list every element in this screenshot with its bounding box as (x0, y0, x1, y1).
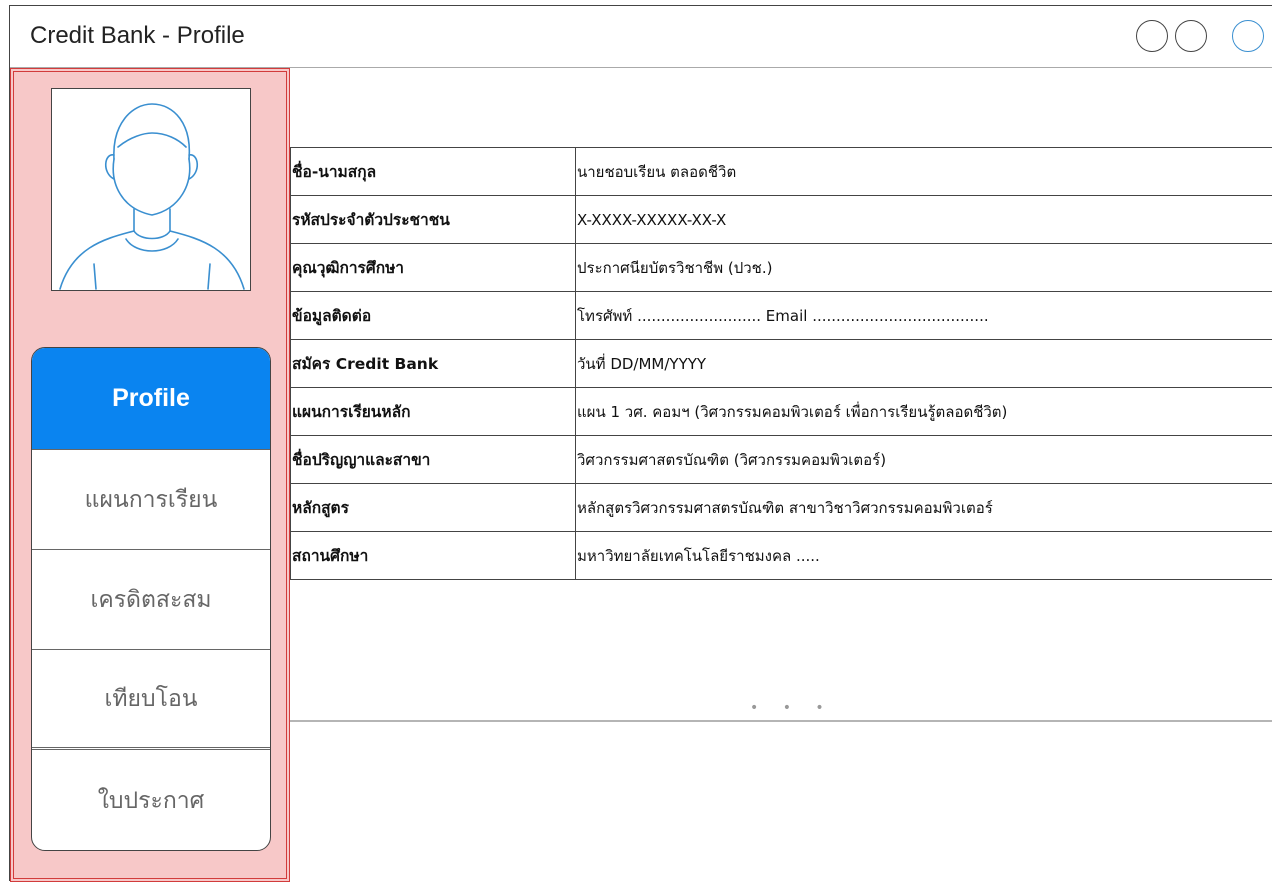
row-value: แผน 1 วศ. คอมฯ (วิศวกรรมคอมพิวเตอร์ เพื่… (576, 388, 1272, 436)
row-value: โทรศัพท์ .......................... Emai… (576, 292, 1272, 340)
row-value: มหาวิทยาลัยเทคโนโลยีราชมงคล ..... (576, 532, 1272, 580)
table-row: คุณวุฒิการศึกษา ประกาศนียบัตรวิชาชีพ (ปว… (291, 244, 1272, 292)
profile-table-container: ชื่อ-นามสกุล นายชอบเรียน ตลอดชีวิต รหัสป… (290, 147, 1272, 580)
sidebar: Profile แผนการเรียน เครดิตสะสม เทียบโอน … (10, 68, 290, 882)
window-control-circle-2[interactable] (1175, 20, 1207, 52)
row-value: หลักสูตรวิศวกรรมศาสตรบัณฑิต สาขาวิชาวิศว… (576, 484, 1272, 532)
row-value: นายชอบเรียน ตลอดชีวิต (576, 148, 1272, 196)
row-value: ประกาศนียบัตรวิชาชีพ (ปวช.) (576, 244, 1272, 292)
nav-item-accumulated-credit[interactable]: เครดิตสะสม (32, 549, 270, 649)
profile-table: ชื่อ-นามสกุล นายชอบเรียน ตลอดชีวิต รหัสป… (290, 147, 1272, 580)
nav-item-credit-transfer[interactable]: เทียบโอน (32, 649, 270, 747)
row-label: สมัคร Credit Bank (291, 340, 576, 388)
window-title: Credit Bank - Profile (30, 22, 245, 50)
title-bar: Credit Bank - Profile (10, 6, 1272, 68)
table-row: ชื่อปริญญาและสาขา วิศวกรรมศาสตรบัณฑิต (ว… (291, 436, 1272, 484)
row-label: ข้อมูลติดต่อ (291, 292, 576, 340)
avatar (51, 88, 251, 291)
row-value: วิศวกรรมศาสตรบัณฑิต (วิศวกรรมคอมพิวเตอร์… (576, 436, 1272, 484)
more-dots-icon: • • • (750, 700, 834, 716)
nav-item-certificate[interactable]: ใบประกาศ (32, 747, 270, 851)
row-label: ชื่อปริญญาและสาขา (291, 436, 576, 484)
table-more-indicator[interactable]: • • • (290, 700, 1272, 722)
nav-item-profile[interactable]: Profile (32, 348, 270, 449)
table-row: รหัสประจำตัวประชาชน X-XXXX-XXXXX-XX-X (291, 196, 1272, 244)
nav-item-label: แผนการเรียน (85, 482, 218, 518)
row-label: แผนการเรียนหลัก (291, 388, 576, 436)
row-label: หลักสูตร (291, 484, 576, 532)
table-row: แผนการเรียนหลัก แผน 1 วศ. คอมฯ (วิศวกรรม… (291, 388, 1272, 436)
table-row: ชื่อ-นามสกุล นายชอบเรียน ตลอดชีวิต (291, 148, 1272, 196)
row-label: สถานศึกษา (291, 532, 576, 580)
table-row: ข้อมูลติดต่อ โทรศัพท์ ..................… (291, 292, 1272, 340)
table-row: หลักสูตร หลักสูตรวิศวกรรมศาสตรบัณฑิต สาข… (291, 484, 1272, 532)
nav-item-study-plan[interactable]: แผนการเรียน (32, 449, 270, 549)
nav-item-label: เทียบโอน (105, 681, 198, 717)
row-label: ชื่อ-นามสกุล (291, 148, 576, 196)
row-value: วันที่ DD/MM/YYYY (576, 340, 1272, 388)
table-row: สมัคร Credit Bank วันที่ DD/MM/YYYY (291, 340, 1272, 388)
nav-item-label: ใบประกาศ (98, 783, 205, 819)
row-value: X-XXXX-XXXXX-XX-X (576, 196, 1272, 244)
row-label: รหัสประจำตัวประชาชน (291, 196, 576, 244)
app-window: Credit Bank - Profile (9, 5, 1272, 881)
nav-item-label: เครดิตสะสม (90, 582, 211, 618)
window-control-circle-3[interactable] (1232, 20, 1264, 52)
table-row: สถานศึกษา มหาวิทยาลัยเทคโนโลยีราชมงคล ..… (291, 532, 1272, 580)
row-label: คุณวุฒิการศึกษา (291, 244, 576, 292)
nav-item-label: Profile (112, 384, 190, 413)
user-avatar-icon (52, 89, 250, 290)
window-control-circle-1[interactable] (1136, 20, 1168, 52)
sidebar-nav: Profile แผนการเรียน เครดิตสะสม เทียบโอน … (31, 347, 271, 851)
